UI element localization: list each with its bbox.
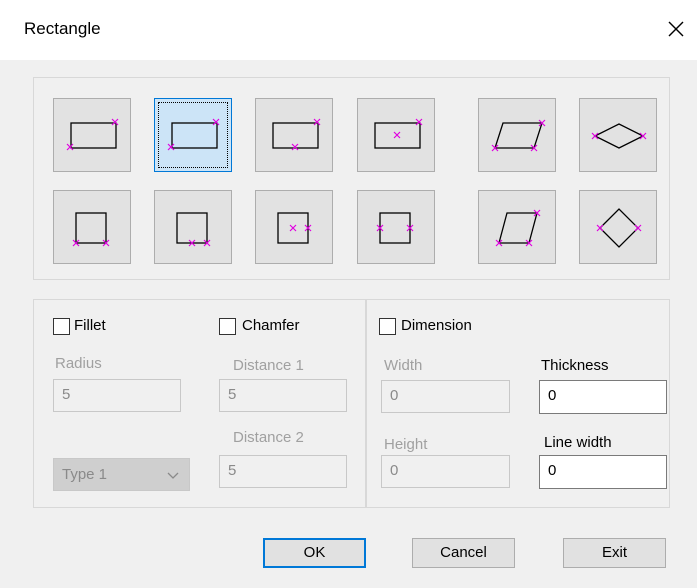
shape-square-center-side-button[interactable] <box>255 190 333 264</box>
shape-square-bottom-mid-button[interactable] <box>154 190 232 264</box>
title-bar <box>0 0 697 60</box>
distance2-input[interactable]: 5 <box>219 455 347 488</box>
line-width-input[interactable]: 0 <box>539 455 667 489</box>
distance1-input[interactable]: 5 <box>219 379 347 412</box>
radius-input[interactable]: 5 <box>53 379 181 412</box>
chevron-down-icon <box>167 472 179 479</box>
height-label: Height <box>384 436 428 453</box>
shape-rect-corners-center-button[interactable] <box>154 98 232 172</box>
thickness-input[interactable]: 0 <box>539 380 667 414</box>
chamfer-checkbox[interactable] <box>219 318 236 335</box>
width-label: Width <box>384 357 423 374</box>
shape-square-bottom-points-button[interactable] <box>53 190 131 264</box>
shape-group <box>33 77 670 280</box>
shape-rect-corner-points-button[interactable] <box>53 98 131 172</box>
thickness-label: Thickness <box>541 357 609 374</box>
distance1-label: Distance 1 <box>233 357 304 374</box>
window-title: Rectangle <box>24 19 101 38</box>
shape-parallelogram-square-button[interactable] <box>478 190 556 264</box>
fillet-type-value: Type 1 <box>62 466 108 483</box>
width-input[interactable]: 0 <box>381 380 510 413</box>
fillet-type-select[interactable]: Type 1 <box>53 458 190 491</box>
shape-rect-center-corner-button[interactable] <box>357 98 435 172</box>
shape-diamond-button[interactable] <box>579 190 657 264</box>
shape-square-side-points-button[interactable] <box>357 190 435 264</box>
shape-rhombus-button[interactable] <box>579 98 657 172</box>
close-icon[interactable] <box>664 17 688 41</box>
fillet-checkbox[interactable] <box>53 318 70 335</box>
shape-parallelogram-button[interactable] <box>478 98 556 172</box>
chamfer-label: Chamfer <box>242 317 300 334</box>
dimension-checkbox[interactable] <box>379 318 396 335</box>
exit-button[interactable]: Exit <box>563 538 666 568</box>
radius-label: Radius <box>55 355 102 372</box>
shape-rect-corner-bottom-mid-button[interactable] <box>255 98 333 172</box>
line-width-label: Line width <box>544 434 612 451</box>
height-input[interactable]: 0 <box>381 455 510 488</box>
dimension-label: Dimension <box>401 317 472 334</box>
distance2-label: Distance 2 <box>233 429 304 446</box>
ok-button[interactable]: OK <box>263 538 366 568</box>
cancel-button[interactable]: Cancel <box>412 538 515 568</box>
fillet-label: Fillet <box>74 317 106 334</box>
